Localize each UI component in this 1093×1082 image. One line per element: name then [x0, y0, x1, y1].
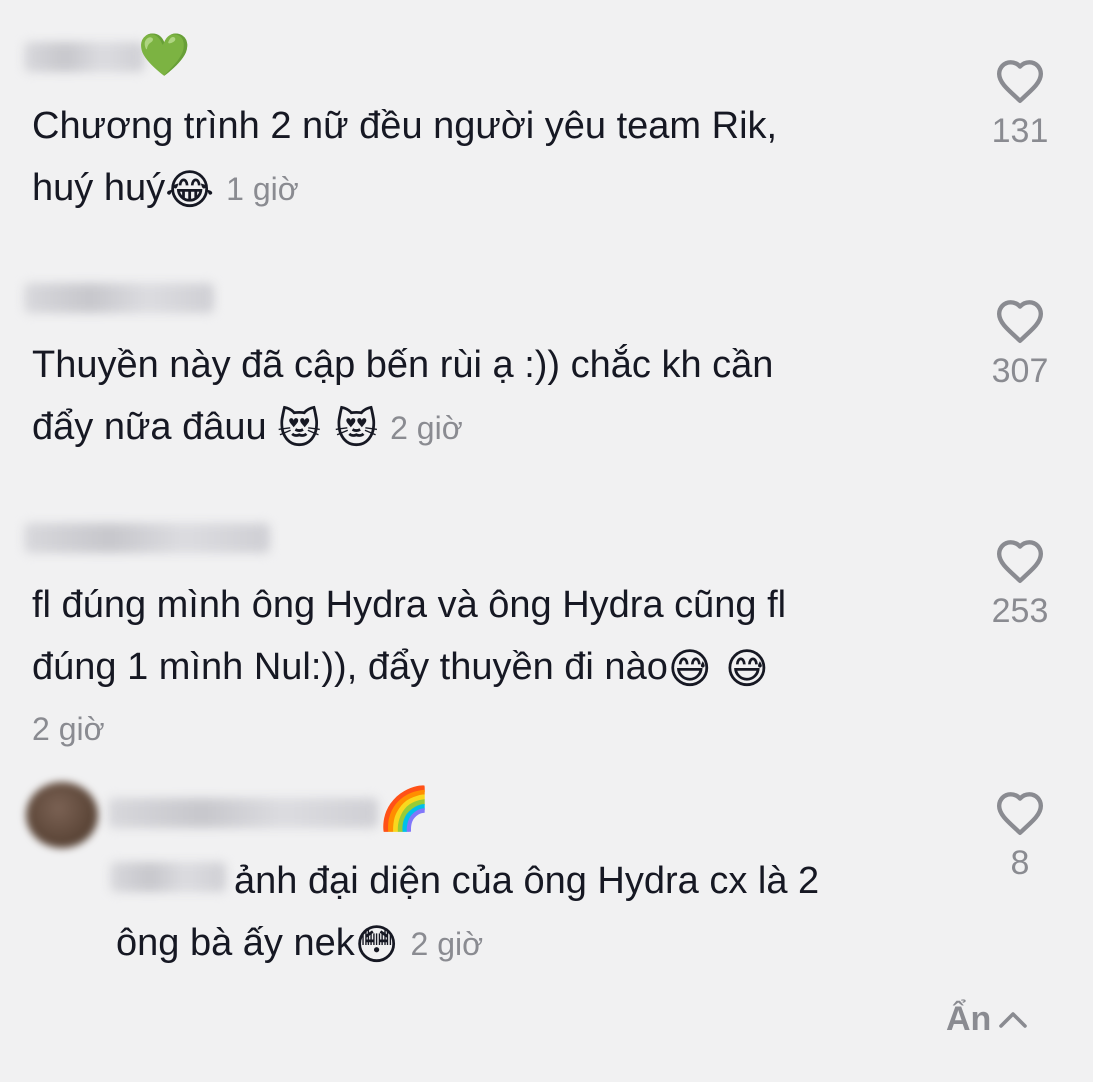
chevron-up-icon	[999, 1011, 1028, 1028]
username-blurred[interactable]	[24, 283, 214, 313]
reply-text-line-1: ảnh đại diện của ông Hydra cx là 2	[234, 860, 820, 902]
like-count: 253	[991, 592, 1049, 630]
like-button[interactable]: 8	[970, 790, 1070, 883]
comment-line-2: đẩy nữa đâuu	[32, 406, 278, 448]
heart-outline-icon	[996, 792, 1044, 835]
comment-text: Thuyền này đã cập bến rùi ạ :)) chắc kh …	[32, 334, 773, 458]
comment-text: Chương trình 2 nữ đều người yêu team Rik…	[32, 95, 777, 219]
rainbow-emoji: 🌈	[378, 784, 431, 833]
like-button[interactable]: 307	[970, 298, 1070, 391]
green-heart-emoji: 💚	[138, 30, 191, 79]
comment-timestamp: 2 giờ	[390, 410, 463, 446]
like-button[interactable]: 131	[970, 58, 1070, 151]
avatar[interactable]	[26, 782, 98, 848]
comment-timestamp: 1 giờ	[226, 171, 299, 207]
like-count: 307	[991, 352, 1049, 390]
comment-line-2: huý huý	[32, 167, 166, 209]
comment-line-1: Thuyền này đã cập bến rùi ạ :)) chắc kh …	[32, 344, 774, 386]
username-blurred[interactable]	[24, 523, 270, 553]
comment-line-2: đúng 1 mình Nul:)), đẩy thuyền đi nào	[32, 646, 668, 688]
heart-eyes-cat-emoji: 😻 😻	[277, 404, 379, 453]
comment-timestamp: 2 giờ	[32, 711, 105, 747]
comment-line-1: fl đúng mình ông Hydra và ông Hydra cũng…	[32, 584, 787, 626]
comment-text: fl đúng mình ông Hydra và ông Hydra cũng…	[32, 574, 786, 760]
reply-text-line-2-wrap: ông bà ấy nek😳 2 giờ	[116, 912, 483, 976]
like-count: 131	[991, 112, 1049, 150]
reply-timestamp: 2 giờ	[410, 926, 484, 962]
hide-replies-label: Ẩn	[946, 1000, 992, 1038]
like-button[interactable]: 253	[970, 538, 1070, 631]
mention-blurred[interactable]	[110, 862, 226, 892]
heart-outline-icon	[996, 540, 1044, 583]
laughing-emoji: 😂	[165, 165, 215, 214]
username-blurred[interactable]	[24, 42, 144, 72]
like-count: 8	[1010, 844, 1030, 882]
username-blurred[interactable]	[108, 798, 378, 828]
grinning-sweat-emoji: 😅 😅	[667, 644, 769, 693]
heart-outline-icon	[996, 300, 1044, 343]
comment-line-1: Chương trình 2 nữ đều người yêu team Rik…	[32, 105, 778, 147]
hide-replies-button[interactable]: Ẩn	[946, 1000, 1029, 1039]
flushed-emoji: 😳	[354, 920, 399, 969]
reply-line-2: ông bà ấy nek	[116, 922, 355, 964]
heart-outline-icon	[996, 60, 1044, 103]
